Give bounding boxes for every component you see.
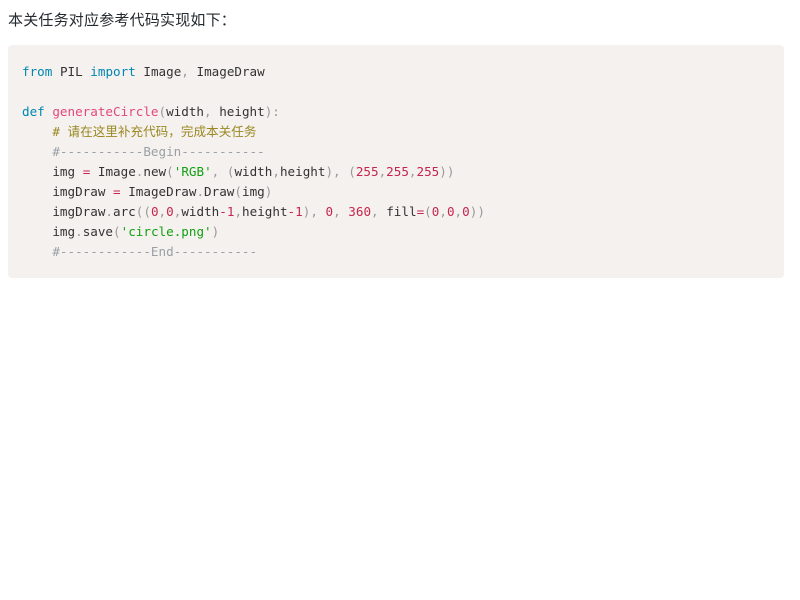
code-token-name: new (143, 164, 167, 179)
code-token-name: img (52, 164, 76, 179)
code-token-punc: , (310, 204, 318, 219)
code-token-kw: from (22, 64, 53, 79)
code-token-punc: ) (211, 224, 220, 239)
code-line: imgDraw.arc((0,0,width-1,height-1), 0, 3… (22, 202, 770, 222)
code-token-punc: , (333, 164, 341, 179)
code-token-punc: , (158, 204, 167, 219)
code-token-num: 255 (355, 164, 379, 179)
code-line: #-----------Begin----------- (22, 142, 770, 162)
code-token-punc: ) (264, 184, 273, 199)
code-token-str: 'circle.png' (120, 224, 212, 239)
code-token-punc: ) (446, 164, 455, 179)
code-token-punc: ( (166, 164, 174, 179)
code-token-def: def (22, 104, 45, 119)
code-token-op: - (287, 204, 296, 219)
code-token-punc: , (408, 164, 417, 179)
code-token-num: 255 (386, 164, 409, 179)
page-heading: 本关任务对应参考代码实现如下： (8, 12, 237, 29)
code-token-punc: , (181, 64, 189, 79)
code-token-name: height (279, 164, 326, 179)
code-line: img = Image.new('RGB', (width,height), (… (22, 162, 770, 182)
code-token-punc: , (333, 204, 341, 219)
code-token-punc: ) (477, 204, 485, 219)
code-token-punc: , (371, 204, 379, 219)
code-token-attr: fill (386, 204, 417, 219)
code-token-num: 0 (446, 204, 455, 219)
code-token-num: 0 (166, 204, 174, 219)
code-token-name: Image (143, 64, 182, 79)
code-line: # 请在这里补充代码，完成本关任务 (22, 122, 770, 142)
code-token-num: 1 (295, 204, 303, 219)
code-token-name: PIL (59, 64, 83, 79)
code-token-op: - (219, 204, 227, 219)
code-token-name: Draw (204, 184, 235, 199)
code-token-name: save (82, 224, 114, 239)
code-token-name: img (241, 184, 265, 199)
code-token-punc: , (234, 204, 243, 219)
code-token-kw: import (90, 64, 136, 79)
code-token-punc: ( (158, 104, 167, 119)
code-token-comment-dash: #-----------Begin----------- (52, 144, 265, 159)
code-token-num: 0 (462, 204, 470, 219)
code-token-punc: , (439, 204, 447, 219)
code-line: def generateCircle(width, height): (22, 102, 770, 122)
code-token-name: width (166, 104, 205, 119)
code-token-punc: ) (325, 164, 334, 179)
code-line: img.save('circle.png') (22, 222, 770, 242)
code-token-punc: , (272, 164, 280, 179)
code-token-name: arc (113, 204, 136, 219)
code-token-name: ImageDraw (196, 64, 265, 79)
code-token-punc: ( (234, 184, 242, 199)
code-token-comment: # 请在这里补充代码，完成本关任务 (52, 124, 257, 139)
code-token-punc: , (454, 204, 463, 219)
code-token-punc: ( (113, 224, 121, 239)
code-line: imgDraw = ImageDraw.Draw(img) (22, 182, 770, 202)
code-token-name: height (219, 104, 265, 119)
code-token-name: imgDraw (52, 204, 106, 219)
code-token-punc: ( (143, 204, 151, 219)
code-token-num: 360 (348, 204, 372, 219)
code-token-punc: : (272, 104, 280, 119)
code-token-punc: . (105, 204, 114, 219)
code-token-op: = (113, 184, 121, 199)
code-token-punc: . (196, 184, 205, 199)
code-token-name: width (234, 164, 273, 179)
code-token-name: Image (97, 164, 136, 179)
code-token-num: 255 (416, 164, 440, 179)
code-line: from PIL import Image, ImageDraw (22, 62, 770, 82)
code-token-punc: ( (424, 204, 432, 219)
code-token-num: 0 (150, 204, 159, 219)
code-lines-container: from PIL import Image, ImageDraw def gen… (22, 62, 770, 262)
code-line: #------------End----------- (22, 242, 770, 262)
code-block: from PIL import Image, ImageDraw def gen… (8, 45, 784, 278)
code-token-punc: ) (439, 164, 447, 179)
page-root: 本关任务对应参考代码实现如下： from PIL import Image, I… (0, 0, 800, 600)
code-token-num: 0 (325, 204, 334, 219)
code-token-str: 'RGB' (173, 164, 212, 179)
code-token-name: height (242, 204, 288, 219)
code-token-name: ImageDraw (128, 184, 197, 199)
code-token-punc: , (204, 104, 212, 119)
code-token-punc: . (75, 224, 83, 239)
code-token-fn: generateCircle (52, 104, 159, 119)
code-token-name: imgDraw (52, 184, 106, 199)
code-token-name: width (181, 204, 220, 219)
code-token-name: img (52, 224, 76, 239)
code-token-punc: ( (348, 164, 356, 179)
code-token-comment-dash: #------------End----------- (52, 244, 258, 259)
